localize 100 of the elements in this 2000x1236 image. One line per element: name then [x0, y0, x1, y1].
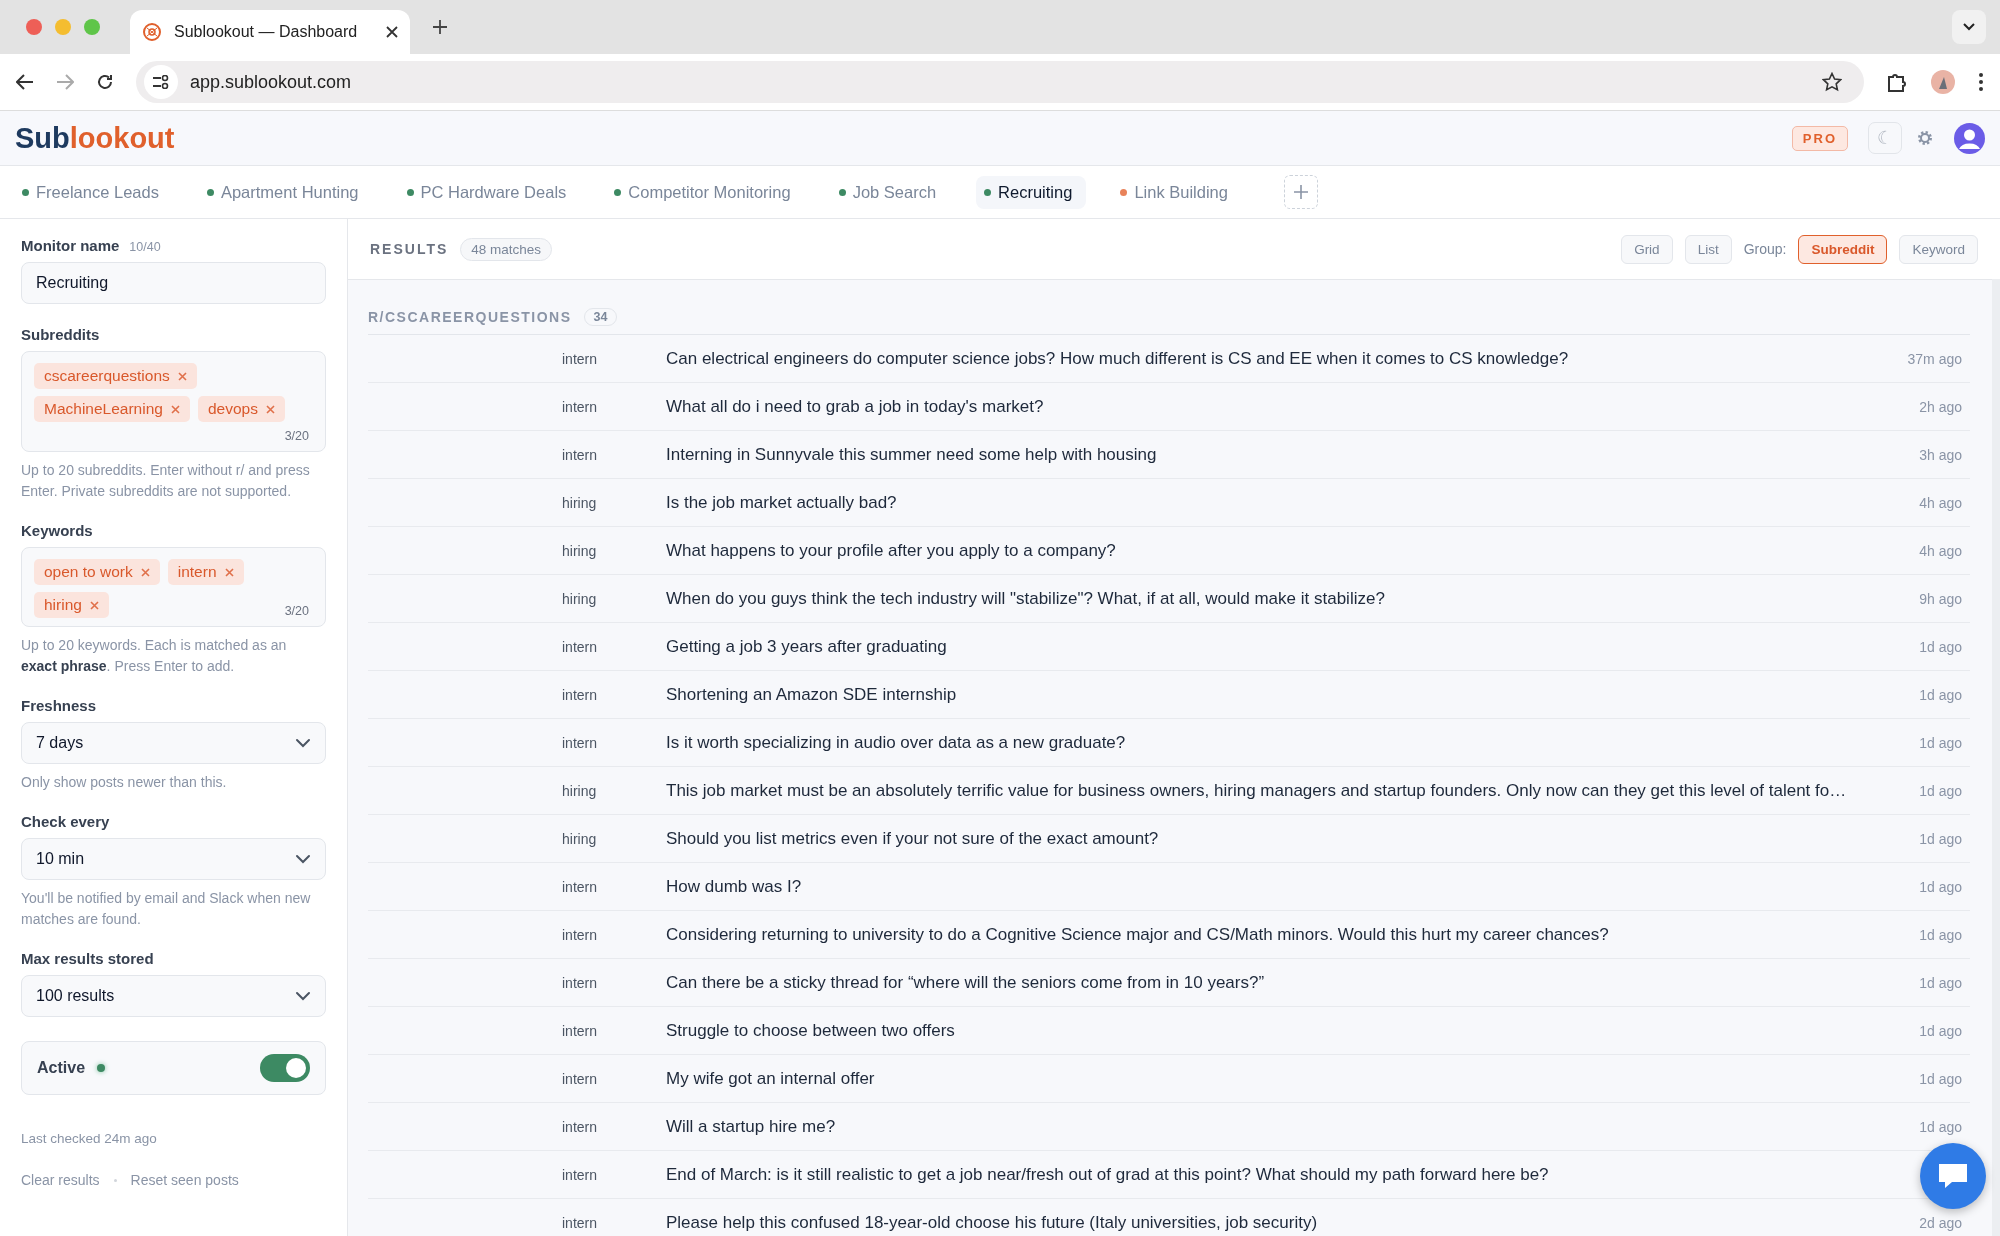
remove-icon[interactable]: [140, 567, 150, 577]
chevron-down-icon: [295, 738, 311, 748]
field-label: Active: [37, 1059, 86, 1077]
keyword-label: intern: [562, 398, 599, 415]
view-button[interactable]: Grid: [1621, 234, 1673, 264]
monitor-tab[interactable]: Apartment Hunting: [198, 175, 373, 209]
settings-icon[interactable]: [1916, 129, 1934, 147]
remove-icon[interactable]: [224, 567, 234, 577]
post-title[interactable]: Can electrical engineers do computer science jobs? How much different is CS and EE when it comes to CS knowledge?: [666, 348, 1569, 369]
keyword-label: intern: [562, 974, 599, 991]
post-time: 2h ago: [1919, 398, 1962, 415]
post-time: 1d ago: [1919, 686, 1962, 703]
post-title[interactable]: Will a startup hire me?: [666, 1116, 836, 1137]
post-title[interactable]: What happens to your profile after you apply to a company?: [666, 540, 1116, 561]
keyword-label: intern: [562, 638, 599, 655]
keyword-label: intern: [562, 1214, 599, 1231]
group-button[interactable]: Keyword: [1899, 234, 1978, 264]
tab-menu-button[interactable]: [1952, 10, 1986, 44]
back-icon[interactable]: [16, 74, 34, 90]
keyword-label: intern: [562, 1166, 599, 1183]
extensions-icon[interactable]: [1886, 71, 1908, 93]
post-title[interactable]: Should you list metrics even if your not sure of the exact amount?: [666, 828, 1159, 849]
post-title[interactable]: My wife got an internal offer: [666, 1068, 875, 1089]
reload-icon[interactable]: [96, 73, 114, 91]
field-label: Max results stored: [21, 950, 154, 967]
keyword-label: hiring: [562, 830, 598, 847]
help-text: Up to 20 subreddits. Enter without r/ and press Enter. Private subreddits are not supported.: [21, 461, 311, 501]
add-monitor-button[interactable]: [1283, 175, 1318, 209]
keyword-label: hiring: [562, 782, 598, 799]
last-checked-text: Last checked 24m ago: [21, 1131, 158, 1146]
post-title[interactable]: Getting a job 3 years after graduating: [666, 636, 947, 657]
site-settings-icon[interactable]: [152, 75, 170, 89]
chevron-down-icon: [295, 991, 311, 1001]
post-title[interactable]: Considering returning to university to do a Cognitive Science major and CS/Math minors. Would this hurt my career chances?: [666, 924, 1609, 945]
post-title[interactable]: Interning in Sunnyvale this summer need some help with housing: [666, 444, 1157, 465]
tag-count: 3/20: [284, 429, 309, 443]
tag-count: 3/20: [284, 604, 309, 618]
match-count: 48 matches: [460, 237, 553, 261]
select-field[interactable]: 7 days: [21, 722, 326, 764]
post-title[interactable]: End of March: is it still realistic to get a job near/fresh out of grad at this point? What should my path forward here be?: [666, 1164, 1549, 1185]
star-icon[interactable]: [1822, 72, 1842, 92]
group-label: Group:: [1743, 241, 1787, 257]
browser-tab[interactable]: Sublookout — Dashboard: [130, 10, 410, 54]
post-title[interactable]: Can there be a sticky thread for “where will the seniors come from in 10 years?”: [666, 972, 1265, 993]
keywords-input[interactable]: open to work intern hiring 3/20: [21, 547, 326, 627]
close-icon[interactable]: [386, 26, 398, 38]
keyword-label: intern: [562, 926, 599, 943]
remove-icon[interactable]: [265, 404, 275, 414]
post-title[interactable]: When do you guys think the tech industry will "stabilize"? What, if at all, would make it stabilize?: [666, 588, 1385, 609]
field-label: Subreddits: [21, 326, 100, 343]
chevron-down-icon: [295, 854, 311, 864]
post-time: 2d ago: [1919, 1214, 1962, 1231]
select-field[interactable]: 10 min: [21, 838, 326, 880]
more-icon[interactable]: [1978, 72, 1984, 92]
view-button[interactable]: List: [1684, 234, 1732, 264]
post-time: 1d ago: [1919, 638, 1962, 655]
monitor-tab[interactable]: Recruiting: [976, 175, 1087, 209]
tab-title: Sublookout — Dashboard: [174, 23, 359, 41]
close-window-icon[interactable]: [26, 19, 42, 35]
remove-icon[interactable]: [170, 404, 180, 414]
remove-icon[interactable]: [177, 371, 187, 381]
keyword-label: intern: [562, 734, 599, 751]
post-title[interactable]: Struggle to choose between two offers: [666, 1020, 955, 1041]
scrollbar[interactable]: [1992, 279, 2000, 1236]
post-title[interactable]: Please help this confused 18-year-old choose his future (Italy universities, job security): [666, 1212, 1318, 1233]
post-title[interactable]: How dumb was I?: [666, 876, 802, 897]
help-text: You'll be notified by email and Slack when new matches are found.: [21, 889, 312, 929]
post-time: 1d ago: [1919, 1118, 1962, 1135]
post-title[interactable]: This job market must be an absolutely terrific value for business owners, hiring managers and startup founders. Only now can they get this level of talent fo…: [666, 780, 1847, 801]
subreddits-input[interactable]: cscareerquestions MachineLearning devops 3/20: [21, 351, 326, 452]
results-heading: RESULTS: [370, 241, 449, 257]
user-avatar-icon[interactable]: [1954, 122, 1985, 154]
keyword-label: intern: [562, 686, 599, 703]
avatar-icon[interactable]: [1930, 69, 1956, 95]
keyword-label: hiring: [562, 542, 598, 559]
post-title[interactable]: Shortening an Amazon SDE internship: [666, 684, 957, 705]
plus-icon[interactable]: [432, 19, 448, 35]
post-time: 1d ago: [1919, 734, 1962, 751]
monitor-name-input[interactable]: Recruiting: [21, 262, 326, 304]
post-time: 1d ago: [1919, 878, 1962, 895]
post-title[interactable]: Is the job market actually bad?: [666, 492, 897, 513]
post-title[interactable]: What all do i need to grab a job in today's market?: [666, 396, 1044, 417]
post-title[interactable]: Is it worth specializing in audio over data as a new graduate?: [666, 732, 1126, 753]
active-toggle[interactable]: [260, 1054, 310, 1082]
logo[interactable]: Sublookout: [15, 121, 1792, 155]
forward-icon[interactable]: [56, 74, 74, 90]
post-time: 1d ago: [1919, 926, 1962, 943]
field-label: Freshness: [21, 697, 97, 714]
keyword-label: hiring: [562, 590, 598, 607]
monitor-tab[interactable]: Freelance Leads: [14, 175, 173, 209]
monitor-tab[interactable]: PC Hardware Deals: [398, 175, 581, 209]
plan-badge: PRO: [1791, 125, 1848, 151]
field-label: Check every: [21, 813, 110, 830]
post-time: 1d ago: [1919, 1070, 1962, 1087]
address-bar[interactable]: app.sublookout.com: [136, 61, 1864, 103]
monitor-tab[interactable]: Link Building: [1112, 175, 1242, 209]
select-field[interactable]: 100 results: [21, 975, 326, 1017]
monitor-tab[interactable]: Job Search: [830, 175, 951, 209]
remove-icon[interactable]: [89, 600, 99, 610]
monitor-tab[interactable]: Competitor Monitoring: [606, 175, 805, 209]
